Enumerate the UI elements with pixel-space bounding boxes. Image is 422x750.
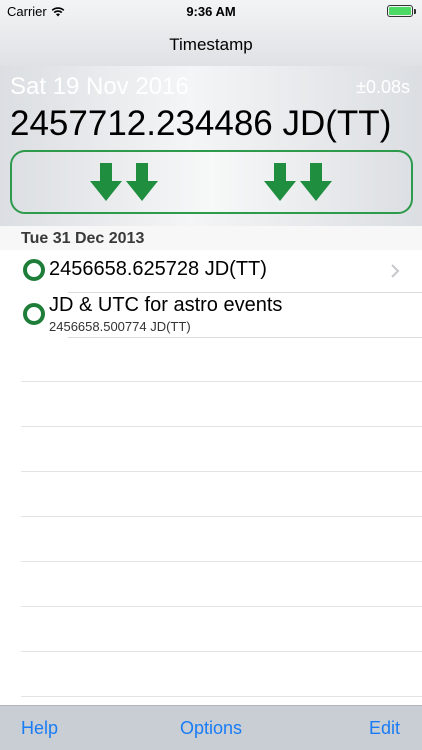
divider [21,516,422,517]
section-title: Tue 31 Dec 2013 [21,230,145,247]
timestamp-header: Sat 19 Nov 2016 ±0.08s 2457712.234486 JD… [0,66,422,226]
divider [21,606,422,607]
edit-button[interactable]: Edit [369,718,400,739]
list-item-title: 2456658.625728 JD(TT) [49,258,267,280]
double-down-arrow-icon [90,163,158,201]
battery-icon [387,5,416,17]
divider [21,426,422,427]
divider [21,696,422,697]
page-title: Timestamp [169,35,253,54]
current-date: Sat 19 Nov 2016 [10,73,189,100]
status-time: 9:36 AM [186,4,236,19]
divider [68,337,422,338]
section-header: Tue 31 Dec 2013 [0,226,422,250]
navigation-bar: Carrier 9:36 AM Timestamp [0,0,422,66]
list-item[interactable]: JD & UTC for astro events 2456658.500774… [0,293,422,338]
double-down-arrow-icon [264,163,332,201]
divider [21,651,422,652]
current-julian-date: 2457712.234486 JD(TT) [10,104,392,143]
divider [21,471,422,472]
help-button[interactable]: Help [21,718,58,739]
chevron-right-icon [391,264,400,278]
status-bar: Carrier 9:36 AM [0,0,422,22]
list-item-subtitle: 2456658.500774 JD(TT) [49,319,191,334]
divider [21,561,422,562]
precision-label: ±0.08s [356,77,410,97]
options-button[interactable]: Options [0,718,422,739]
circle-icon [23,259,45,281]
list-item[interactable]: 2456658.625728 JD(TT) [0,250,422,293]
circle-icon [23,303,45,325]
bottom-toolbar: Options Help Edit [0,705,422,750]
list-item-title: JD & UTC for astro events [49,294,283,316]
record-timestamp-button[interactable] [10,150,413,214]
divider [21,381,422,382]
